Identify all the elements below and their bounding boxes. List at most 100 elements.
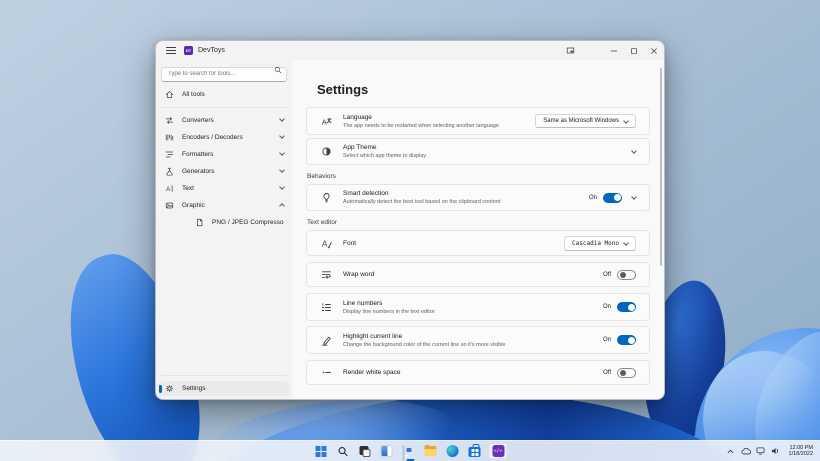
desktop: DT DevToys Type to search for tools... A… [0, 0, 820, 461]
chevron-up-icon [279, 203, 285, 209]
sidebar-item-generators[interactable]: Generators [159, 164, 289, 179]
whitespace-icon [320, 367, 332, 378]
home-icon [164, 90, 174, 99]
search-icon [337, 446, 348, 457]
taskbar: </> 12:00 PM 1/18/2022 [0, 440, 820, 461]
toggle-state-label: On [602, 337, 611, 343]
formatters-icon [164, 150, 174, 159]
sidebar-item-converters[interactable]: Converters [159, 113, 289, 128]
setting-card-line-numbers: Line numbers Display line numbers in the… [306, 293, 650, 321]
toggle-state-label: On [602, 304, 611, 310]
language-dropdown[interactable]: Same as Microsoft Windows [535, 114, 636, 128]
wrap-word-icon [320, 269, 332, 280]
maximize-button[interactable] [624, 41, 644, 60]
sidebar-item-settings[interactable]: Settings [159, 381, 289, 396]
settings-page: Settings A Language The app needs to be … [292, 60, 664, 399]
clock-date: 1/18/2022 [788, 451, 813, 457]
chevron-down-icon [279, 184, 285, 190]
svg-text:A: A [165, 186, 170, 193]
sidebar-item-encoders-decoders[interactable]: Encoders / Decoders [159, 130, 289, 145]
highlight-current-line-toggle[interactable] [617, 335, 636, 345]
sidebar-item-png-jpeg-compressor[interactable]: PNG / JPEG Compressor [159, 215, 289, 230]
page-title: Settings [317, 82, 369, 97]
volume-icon[interactable] [771, 443, 781, 459]
devtoys-window: DT DevToys Type to search for tools... A… [155, 40, 665, 400]
sidebar-divider [161, 375, 287, 376]
text-icon: A [164, 184, 174, 193]
toggle-state-label: Off [603, 271, 611, 278]
expand-chevron[interactable] [631, 147, 637, 154]
expand-chevron[interactable] [631, 193, 637, 200]
sidebar-item-formatters[interactable]: Formatters [159, 147, 289, 162]
close-button[interactable] [644, 41, 664, 60]
clock[interactable]: 12:00 PM 1/18/2022 [786, 445, 816, 458]
tray-chevron-up-icon[interactable] [726, 443, 736, 459]
window-title: DevToys [198, 47, 225, 54]
sidebar-item-text[interactable]: A Text [159, 181, 289, 196]
setting-card-language: A Language The app needs to be restarted… [306, 107, 650, 135]
highlighter-icon [320, 335, 332, 346]
language-icon: A [320, 116, 332, 127]
chevron-down-icon [623, 239, 629, 246]
search-input[interactable] [161, 66, 287, 82]
setting-card-wrap-word: Wrap word Off [306, 262, 650, 287]
widgets-icon [380, 445, 393, 457]
minimize-button[interactable] [604, 41, 624, 60]
sidebar-item-all-tools[interactable]: All tools [159, 87, 289, 102]
widgets-button[interactable] [379, 443, 395, 459]
setting-card-smart-detection[interactable]: Smart detection Automatically detect the… [306, 184, 650, 211]
start-button[interactable] [313, 443, 329, 459]
chevron-down-icon [279, 167, 285, 173]
chevron-down-icon [279, 116, 285, 122]
theme-icon [320, 146, 332, 157]
font-icon: A [320, 238, 332, 249]
svg-text:A: A [322, 239, 328, 248]
devtoys-taskbar-button[interactable]: </> [406, 443, 508, 461]
taskbar-search-button[interactable] [335, 443, 351, 459]
graphic-icon [164, 201, 174, 210]
chat-icon [402, 444, 415, 461]
render-white-space-toggle[interactable] [617, 367, 636, 378]
sidebar: All tools Converters Encoders / Decoders [156, 60, 292, 399]
titlebar[interactable]: DT DevToys [156, 41, 664, 60]
line-numbers-icon [320, 302, 332, 313]
hamburger-menu-icon[interactable] [163, 44, 179, 57]
lightbulb-icon [320, 192, 332, 203]
windows-logo-icon [315, 445, 326, 457]
toggle-state-label: Off [603, 369, 611, 376]
sidebar-divider [161, 106, 287, 108]
search-icon [274, 66, 282, 74]
onedrive-cloud-icon[interactable] [740, 443, 751, 459]
setting-card-font: A Font Cascadia Mono [306, 230, 650, 256]
generators-icon [164, 167, 174, 176]
scrollbar[interactable] [660, 68, 662, 266]
converters-icon [164, 116, 174, 125]
chevron-down-icon [279, 133, 285, 139]
task-view-icon [359, 445, 370, 457]
setting-card-app-theme[interactable]: App Theme Select which app theme to disp… [306, 138, 650, 165]
chat-button[interactable] [401, 443, 417, 461]
section-text-editor: Text editor [307, 219, 337, 226]
folder-icon [424, 444, 437, 456]
gear-icon [164, 384, 174, 393]
chevron-down-icon [623, 117, 629, 124]
network-icon[interactable] [756, 443, 766, 459]
compressor-icon [194, 218, 204, 227]
svg-text:A: A [321, 117, 326, 126]
wrap-word-toggle[interactable] [617, 269, 636, 280]
task-view-button[interactable] [357, 443, 373, 459]
section-behaviors: Behaviors [307, 173, 336, 180]
line-numbers-toggle[interactable] [617, 302, 636, 312]
edge-icon [446, 445, 459, 457]
store-icon [468, 444, 481, 457]
microsoft-store-button[interactable] [467, 443, 483, 459]
compact-overlay-icon[interactable] [560, 41, 580, 60]
font-dropdown[interactable]: Cascadia Mono [564, 235, 636, 251]
sidebar-item-graphic[interactable]: Graphic [159, 198, 289, 213]
setting-card-highlight-current-line: Highlight current line Change the backgr… [306, 326, 650, 354]
smart-detection-toggle[interactable] [603, 192, 622, 203]
setting-card-render-white-space: Render white space Off [306, 360, 650, 385]
file-explorer-button[interactable] [423, 443, 439, 459]
toggle-state-label: On [588, 194, 597, 201]
edge-button[interactable] [445, 443, 461, 459]
